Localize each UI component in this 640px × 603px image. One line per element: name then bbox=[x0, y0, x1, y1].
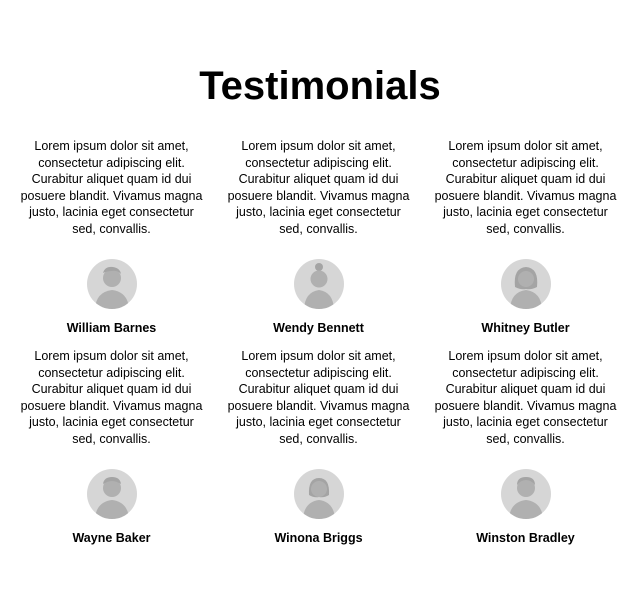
testimonial-name: Wendy Bennett bbox=[273, 321, 364, 335]
page-title: Testimonials bbox=[199, 64, 441, 108]
testimonial-card: Lorem ipsum dolor sit amet, consectetur … bbox=[215, 138, 422, 348]
testimonial-card: Lorem ipsum dolor sit amet, consectetur … bbox=[8, 138, 215, 348]
testimonial-card: Lorem ipsum dolor sit amet, consectetur … bbox=[422, 348, 629, 558]
female-avatar-icon bbox=[293, 469, 344, 519]
testimonial-name: Winston Bradley bbox=[476, 531, 575, 545]
testimonial-quote: Lorem ipsum dolor sit amet, consectetur … bbox=[227, 139, 410, 236]
testimonial-card: Lorem ipsum dolor sit amet, consectetur … bbox=[215, 348, 422, 558]
male-avatar-icon bbox=[86, 469, 137, 519]
testimonial-name: Winona Briggs bbox=[274, 531, 363, 545]
male-avatar-icon bbox=[86, 259, 137, 309]
female-avatar-icon bbox=[500, 259, 551, 309]
testimonial-name: William Barnes bbox=[66, 321, 157, 335]
testimonials-grid: Lorem ipsum dolor sit amet, consectetur … bbox=[8, 138, 632, 558]
testimonial-quote: Lorem ipsum dolor sit amet, consectetur … bbox=[227, 349, 410, 446]
testimonial-name: Whitney Butler bbox=[481, 321, 570, 335]
testimonial-quote: Lorem ipsum dolor sit amet, consectetur … bbox=[20, 139, 203, 236]
testimonial-quote: Lorem ipsum dolor sit amet, consectetur … bbox=[434, 349, 617, 446]
testimonial-card: Lorem ipsum dolor sit amet, consectetur … bbox=[8, 348, 215, 558]
female-avatar-icon bbox=[293, 259, 344, 309]
testimonial-quote: Lorem ipsum dolor sit amet, consectetur … bbox=[20, 349, 203, 446]
testimonial-quote: Lorem ipsum dolor sit amet, consectetur … bbox=[434, 139, 617, 236]
testimonial-name: Wayne Baker bbox=[72, 531, 151, 545]
male-avatar-icon bbox=[500, 469, 551, 519]
testimonial-card: Lorem ipsum dolor sit amet, consectetur … bbox=[422, 138, 629, 348]
